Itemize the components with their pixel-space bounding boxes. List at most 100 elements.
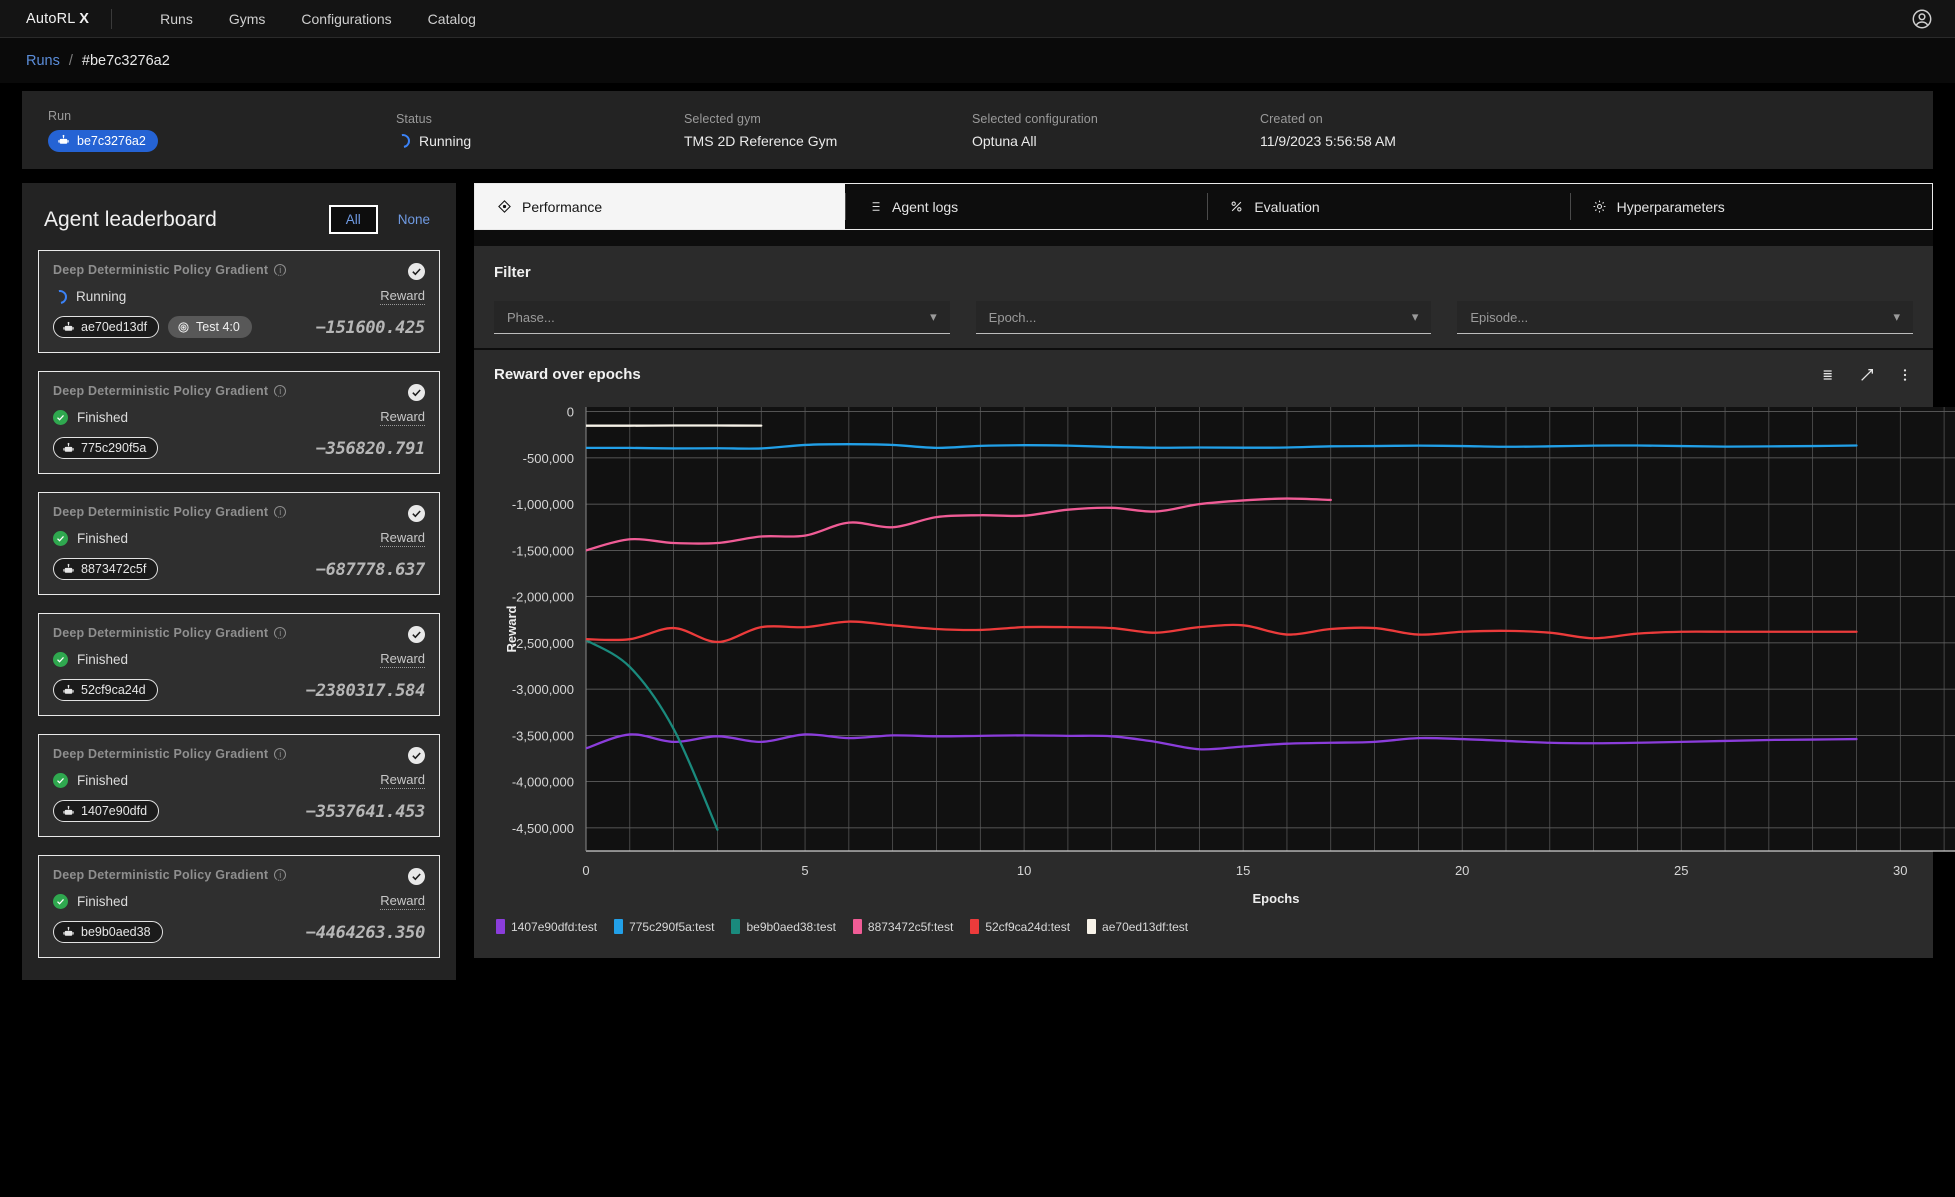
epoch-select-value: Epoch... — [988, 309, 1037, 325]
legend-swatch — [852, 919, 862, 934]
breadcrumb-runs-link[interactable]: Runs — [26, 53, 60, 69]
plot-background — [586, 407, 1955, 851]
brand-suffix: X — [79, 10, 90, 27]
agent-selected-checkbox[interactable] — [408, 384, 425, 401]
performance-panel: Performance Agent logs Evaluation Hyperp… — [474, 183, 1955, 958]
chart-header: Reward over epochs — [494, 366, 1913, 383]
check-icon — [412, 389, 421, 397]
info-icon[interactable]: i — [274, 748, 287, 760]
diamond-icon — [498, 200, 511, 213]
agent-card[interactable]: Deep Deterministic Policy Gradient i Finis… — [38, 492, 440, 595]
info-icon[interactable]: i — [274, 385, 287, 397]
reward-line-chart[interactable]: 0 -500,000 -1,000,000 -1,500,000 -2,000,000 -… — [494, 393, 1955, 913]
agent-id-chip[interactable]: ae70ed13df — [53, 316, 160, 338]
agent-id-chip[interactable]: 775c290f5a — [53, 437, 159, 459]
y-axis-tick-label: -500,000 — [523, 451, 574, 466]
top-navigation-bar: AutoRL X Runs Gyms Configurations Catalo… — [0, 0, 1955, 38]
info-icon[interactable]: i — [274, 869, 287, 881]
tab-performance[interactable]: Performance — [475, 184, 845, 229]
agent-algorithm-name: Deep Deterministic Policy Gradient — [53, 747, 269, 761]
nav-links: Runs Gyms Configurations Catalog — [112, 11, 476, 27]
agent-card[interactable]: Deep Deterministic Policy Gradient i Finis… — [38, 855, 440, 958]
agent-selected-checkbox[interactable] — [408, 747, 425, 764]
agent-card[interactable]: Deep Deterministic Policy Gradient i Finis… — [38, 613, 440, 716]
legend-item[interactable]: 8873472c5f:test — [852, 919, 953, 934]
legend-item[interactable]: 1407e90dfd:test — [496, 919, 597, 934]
episode-select[interactable]: Episode... ▾ — [1457, 301, 1914, 334]
app-brand[interactable]: AutoRL X — [0, 11, 111, 27]
agent-reward-value: −3537641.453 — [305, 802, 426, 822]
info-icon[interactable]: i — [274, 627, 287, 639]
list-view-icon[interactable] — [1821, 367, 1837, 383]
x-axis-tick-label: 5 — [801, 863, 808, 878]
agent-id-chip[interactable]: 52cf9ca24d — [53, 679, 158, 701]
legend-item[interactable]: ae70ed13df:test — [1087, 919, 1188, 934]
epoch-select[interactable]: Epoch... ▾ — [975, 301, 1432, 334]
check-icon — [57, 657, 64, 663]
agent-id-chip[interactable]: 8873472c5f — [53, 558, 159, 580]
robot-icon — [63, 805, 74, 815]
nav-item-catalog[interactable]: Catalog — [428, 11, 476, 27]
legend-item[interactable]: 775c290f5a:test — [614, 919, 714, 934]
summary-gym-value: TMS 2D Reference Gym — [684, 132, 838, 149]
agent-test-chip[interactable]: Test 4:0 — [168, 316, 252, 338]
more-vertical-icon[interactable] — [1897, 367, 1913, 383]
tab-hyperparameters[interactable]: Hyperparameters — [1569, 184, 1932, 229]
account-circle-icon[interactable] — [1911, 8, 1933, 30]
select-none-button[interactable]: None — [392, 207, 436, 232]
chart-toolbar — [1821, 367, 1913, 383]
filter-controls: Phase... ▾ Epoch... ▾ Episode... ▾ — [494, 301, 1914, 334]
nav-item-configurations[interactable]: Configurations — [301, 11, 391, 27]
nav-item-runs[interactable]: Runs — [160, 11, 193, 27]
check-icon — [57, 415, 64, 421]
phase-select[interactable]: Phase... ▾ — [494, 301, 950, 334]
agent-algorithm-name: Deep Deterministic Policy Gradient — [53, 263, 269, 277]
legend-swatch — [731, 919, 741, 934]
tab-agent-logs[interactable]: Agent logs — [845, 184, 1207, 229]
expand-icon[interactable] — [1859, 367, 1875, 383]
agent-selected-checkbox[interactable] — [408, 263, 425, 280]
y-axis-tick-label: -4,500,000 — [512, 821, 574, 836]
select-all-button[interactable]: All — [328, 205, 378, 234]
tab-hyperparameters-label: Hyperparameters — [1616, 198, 1725, 215]
summary-configuration-label: Selected configuration — [972, 111, 1098, 126]
agent-algorithm-row: Deep Deterministic Policy Gradient i — [53, 263, 425, 277]
y-axis-tick-label: -1,500,000 — [512, 543, 574, 558]
robot-icon — [63, 563, 74, 573]
legend-swatch — [1087, 919, 1097, 934]
agent-selected-checkbox[interactable] — [408, 505, 425, 522]
legend-item[interactable]: be9b0aed38:test — [731, 919, 836, 934]
agent-reward-label: Reward — [380, 530, 425, 547]
filter-panel: Filter Phase... ▾ Epoch... ▾ Episode... … — [474, 246, 1933, 348]
agent-card[interactable]: Deep Deterministic Policy Gradient i Finis… — [38, 371, 440, 474]
x-axis-title: Epochs — [1253, 891, 1300, 906]
info-icon[interactable]: i — [274, 506, 287, 518]
tab-evaluation[interactable]: Evaluation — [1207, 184, 1569, 229]
agent-status: Finished — [53, 894, 128, 909]
agent-status-label: Finished — [77, 531, 129, 546]
chevron-down-icon: ▾ — [930, 309, 937, 324]
legend-swatch — [496, 919, 505, 934]
agent-reward-value: −687778.637 — [315, 560, 426, 580]
finished-check-icon — [53, 531, 68, 546]
info-icon[interactable]: i — [274, 264, 287, 276]
agent-id-chip[interactable]: be9b0aed38 — [53, 921, 163, 943]
agent-card[interactable]: Deep Deterministic Policy Gradient i Runni… — [38, 250, 440, 353]
finished-check-icon — [53, 894, 68, 909]
legend-item[interactable]: 52cf9ca24d:test — [970, 919, 1070, 934]
y-axis-tick-label: 0 — [567, 405, 574, 420]
agent-id-chip[interactable]: 1407e90dfd — [53, 800, 160, 822]
nav-item-gyms[interactable]: Gyms — [229, 11, 266, 27]
chevron-down-icon: ▾ — [1893, 309, 1901, 324]
y-axis-tick-label: -3,000,000 — [512, 682, 574, 697]
leaderboard-header: Agent leaderboard All None — [38, 199, 440, 250]
summary-gym-label: Selected gym — [684, 111, 761, 126]
agent-selected-checkbox[interactable] — [408, 868, 425, 885]
breadcrumb-separator: / — [68, 52, 73, 69]
agent-card[interactable]: Deep Deterministic Policy Gradient i Finis… — [38, 734, 440, 837]
run-id-chip[interactable]: be7c3276a2 — [48, 129, 158, 152]
agent-reward-value: −2380317.584 — [305, 681, 426, 701]
agent-status-row: Finished Reward — [53, 772, 425, 789]
main-content: Agent leaderboard All None Deep Determin… — [0, 169, 1955, 980]
agent-selected-checkbox[interactable] — [408, 626, 425, 643]
